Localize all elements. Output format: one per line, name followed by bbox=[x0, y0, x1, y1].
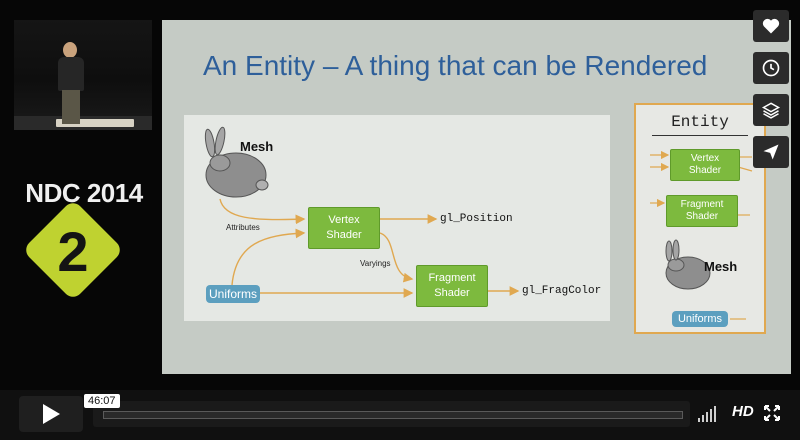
slide-title: An Entity – A thing that can be Rendered bbox=[203, 50, 708, 81]
play-button[interactable] bbox=[19, 396, 83, 432]
heart-icon bbox=[762, 18, 780, 34]
like-button[interactable] bbox=[753, 10, 789, 42]
bunny-mesh-icon bbox=[204, 126, 269, 198]
clock-icon bbox=[762, 59, 780, 77]
speaker-head bbox=[63, 42, 77, 58]
speaker-legs bbox=[62, 90, 80, 124]
collections-button[interactable] bbox=[753, 94, 789, 126]
event-day-number: 2 bbox=[57, 220, 89, 283]
player-controls: 46:07 HD bbox=[0, 390, 800, 440]
entity-uniforms-pill: Uniforms bbox=[672, 311, 728, 327]
volume-bar-5 bbox=[714, 406, 716, 422]
attributes-label: Attributes bbox=[226, 223, 260, 232]
play-icon bbox=[43, 404, 60, 424]
share-button[interactable] bbox=[753, 136, 789, 168]
volume-bar-1 bbox=[698, 418, 700, 422]
entity-mesh-label: Mesh bbox=[704, 259, 738, 274]
hd-quality-toggle[interactable]: HD bbox=[732, 403, 754, 420]
fragment-shader-box: Fragment Shader bbox=[416, 265, 488, 307]
speaker-figure bbox=[54, 42, 88, 126]
volume-bar-3 bbox=[706, 412, 708, 422]
gl-position-label: gl_Position bbox=[440, 213, 513, 225]
vertex-shader-box: Vertex Shader bbox=[308, 207, 380, 249]
presentation-slide: An Entity – A thing that can be Rendered bbox=[162, 20, 791, 374]
layers-icon bbox=[761, 102, 781, 119]
progress-bar-container[interactable] bbox=[93, 401, 690, 427]
volume-control[interactable] bbox=[698, 404, 722, 422]
speaker-camera-inset bbox=[14, 20, 152, 130]
fullscreen-icon[interactable] bbox=[763, 404, 781, 422]
video-frame[interactable]: NDC 2014 2 An Entity – A thing that can … bbox=[0, 0, 800, 390]
volume-bar-4 bbox=[710, 409, 712, 422]
varyings-label: Varyings bbox=[360, 259, 391, 268]
send-icon bbox=[763, 144, 779, 160]
speaker-torso bbox=[58, 57, 84, 91]
entity-panel: Entity Vertex Shader Fragment Shader Mes… bbox=[634, 103, 766, 334]
pipeline-diagram: Mesh Attributes Vertex Shader gl_Positio… bbox=[184, 115, 610, 321]
event-name: NDC 2014 bbox=[25, 178, 143, 208]
current-time: 46:07 bbox=[84, 394, 120, 408]
watch-later-button[interactable] bbox=[753, 52, 789, 84]
uniforms-pill: Uniforms bbox=[206, 285, 260, 303]
gl-fragcolor-label: gl_FragColor bbox=[522, 285, 602, 297]
progress-track[interactable] bbox=[103, 411, 683, 419]
entity-fragment-shader-box: Fragment Shader bbox=[666, 195, 738, 227]
entity-vertex-shader-box: Vertex Shader bbox=[670, 149, 740, 181]
volume-bar-2 bbox=[702, 415, 704, 422]
mesh-label: Mesh bbox=[240, 139, 274, 154]
